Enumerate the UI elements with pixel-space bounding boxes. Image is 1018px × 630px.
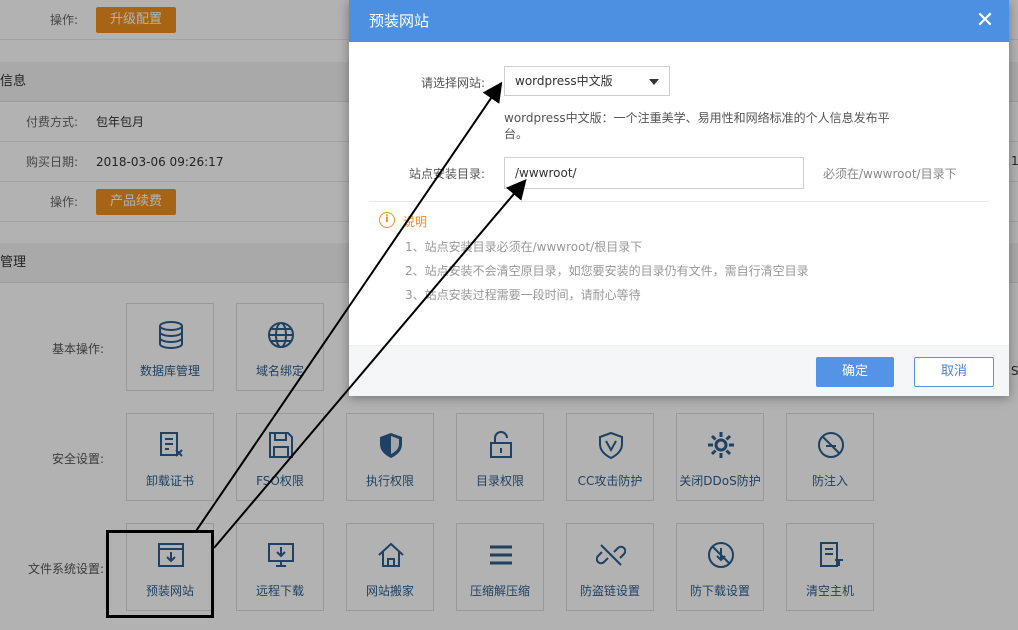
- select-site-label: 请选择网站:: [420, 76, 485, 90]
- cancel-button[interactable]: 取消: [914, 357, 994, 387]
- install-dir-hint: 必须在/wwwroot/目录下: [823, 167, 957, 181]
- dialog-footer: 确定 取消: [349, 345, 1009, 396]
- divider: [369, 201, 989, 202]
- info-icon: i: [379, 212, 395, 228]
- chevron-down-icon: [649, 79, 659, 85]
- dialog-title: 预装网站: [369, 12, 430, 30]
- install-dir-value: /wwwroot/: [515, 166, 577, 180]
- install-dir-input[interactable]: /wwwroot/: [504, 157, 804, 189]
- close-icon[interactable]: ✕: [973, 9, 997, 33]
- note-item: 3、站点安装过程需要一段时间，请耐心等待: [405, 288, 641, 302]
- site-select-value: wordpress中文版: [515, 74, 613, 88]
- dialog-header: 预装网站 ✕: [349, 0, 1009, 42]
- note-item: 1、站点安装目录必须在/wwwroot/根目录下: [405, 240, 643, 254]
- note-title: 说明: [403, 215, 428, 229]
- highlight-box: [106, 530, 214, 618]
- note-item: 2、站点安装不会清空原目录，如您要安装的目录仍有文件，需自行清空目录: [405, 264, 809, 278]
- preinstall-dialog: 预装网站 ✕ 请选择网站: wordpress中文版 wordpress中文版：…: [349, 0, 1009, 396]
- site-select[interactable]: wordpress中文版: [504, 66, 670, 96]
- site-description: wordpress中文版：一个注重美学、易用性和网络标准的个人信息发布平台。: [504, 111, 890, 141]
- confirm-button[interactable]: 确定: [816, 357, 894, 387]
- install-dir-label: 站点安装目录:: [408, 167, 485, 181]
